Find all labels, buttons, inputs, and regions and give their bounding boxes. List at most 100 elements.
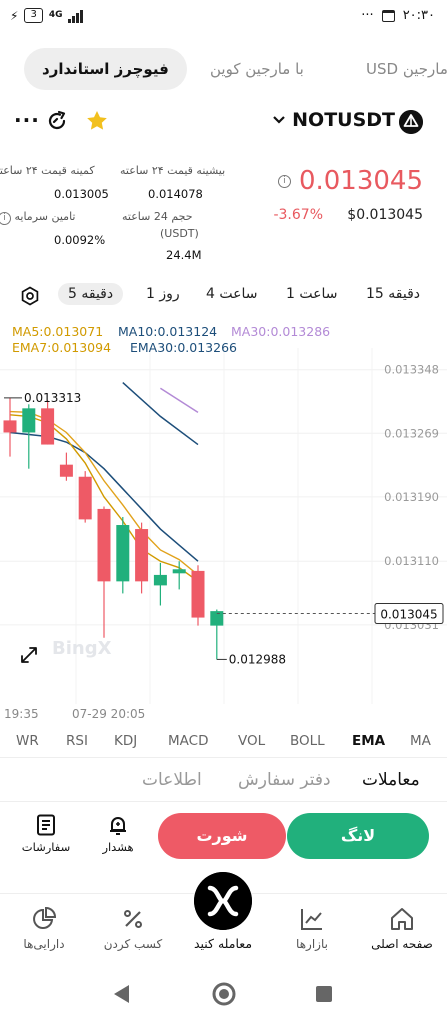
short-button[interactable]: شورت (158, 813, 286, 859)
x-tick-label: 07-29 20:05 (72, 707, 145, 721)
chevron-down-icon (273, 116, 285, 124)
interval-1h[interactable]: ساعت 1 (286, 286, 337, 302)
high-24h-value: 0.014078 (148, 187, 203, 201)
battery-icon: 3 (24, 8, 43, 23)
calendar-icon (381, 9, 395, 22)
charging-icon: ⚡ (10, 8, 19, 23)
volume-unit: (USDT) (160, 227, 199, 240)
home-icon (391, 908, 413, 930)
candle-body (191, 570, 205, 618)
trade-tabs: اطلاعات دفتر سفارش معاملات (0, 764, 447, 802)
alert-bell-icon (110, 817, 126, 835)
trade-actions: سفارشات هشدار شورت لانگ (0, 810, 447, 870)
nav-assets[interactable]: دارایی‌ها (4, 906, 84, 951)
indicator-rsi[interactable]: RSI (66, 733, 88, 749)
y-axis: 0.0133480.0132690.0131900.0131100.013031 (384, 363, 439, 632)
orders-label: سفارشات (21, 840, 71, 854)
y-tick-label: 0.013190 (384, 490, 439, 504)
volume-24h-value: 24.4M (166, 248, 202, 262)
nav-earn-label: کسب کردن (103, 937, 163, 951)
network-label: 4G (48, 10, 63, 20)
interval-5m[interactable]: دقیقه 5 (58, 283, 124, 305)
nav-earn[interactable]: کسب کردن (93, 906, 173, 951)
high-24h-label: بیشینه قیمت ۲۴ ساعته (120, 164, 226, 177)
tab-order-book[interactable]: دفتر سفارش (238, 770, 331, 790)
y-tick-label: 0.013269 (384, 426, 439, 440)
contract-type-tabs: فیوچرز استاندارد با مارجین کوین USD مارج… (0, 48, 447, 90)
current-price-tag: 0.013045 (380, 608, 437, 622)
chart-settings-icon[interactable] (20, 286, 40, 306)
status-bar: ⚡ 3 4G ··· ۲۰:۳۰ (0, 0, 447, 34)
not-coin-logo-icon (399, 110, 423, 134)
price-chart[interactable]: MA5:0.013071 MA10:0.013124 MA30:0.013286… (0, 318, 447, 726)
long-button[interactable]: لانگ (287, 813, 429, 859)
nav-trade-label[interactable]: معامله کنید (180, 936, 266, 951)
favorite-star-icon[interactable] (84, 108, 110, 134)
indicator-kdj[interactable]: KDJ (114, 733, 137, 749)
indicator-boll[interactable]: BOLL (290, 733, 325, 749)
alert-label: هشدار (102, 840, 134, 854)
candle-body (59, 464, 73, 477)
low-marker-label: 0.012988 (229, 652, 286, 666)
interval-1d[interactable]: روز 1 (146, 286, 180, 302)
high-marker-label: 0.013313 (24, 391, 81, 405)
nav-markets[interactable]: بازارها (272, 906, 352, 951)
interval-bar: دقیقه 5 روز 1 ساعت 4 ساعت 1 دقیقه 15 (0, 280, 447, 314)
tab-standard-futures[interactable]: فیوچرز استاندارد (24, 48, 187, 90)
status-more-icon: ··· (361, 8, 374, 23)
info-icon[interactable]: i (0, 212, 11, 225)
bingx-watermark: BingX (52, 638, 112, 659)
ma30-label: MA30:0.013286 (231, 324, 331, 339)
indicator-vol[interactable]: VOL (238, 733, 265, 749)
trade-fab-icon[interactable] (194, 872, 252, 930)
candle-body (97, 508, 111, 582)
y-tick-label: 0.013110 (384, 554, 439, 568)
symbol-selector[interactable]: NOTUSDT (272, 109, 395, 131)
pie-chart-icon (33, 906, 57, 929)
symbol-name: NOTUSDT (292, 109, 395, 131)
candle-body (78, 476, 92, 520)
market-stats: کمینه قیمت ۲۴ ساعته بیشینه قیمت ۲۴ ساعته… (0, 160, 447, 270)
nav-home[interactable]: صفحه اصلی (362, 906, 442, 951)
ema30-label: EMA30:0.013266 (130, 340, 237, 355)
tab-usd-margined[interactable]: USD مارجین (366, 48, 447, 90)
candles (3, 397, 224, 660)
tab-info[interactable]: اطلاعات (142, 770, 202, 790)
low-24h-value: 0.013005 (54, 187, 109, 201)
indicator-tabs: WR RSI KDJ MACD VOL BOLL EMA MA (0, 726, 447, 758)
alert-action[interactable]: هشدار (90, 814, 146, 854)
orders-action[interactable]: سفارشات (18, 814, 74, 854)
indicator-ema[interactable]: EMA (352, 733, 385, 749)
chart-line-icon (301, 909, 322, 930)
back-icon[interactable] (114, 985, 129, 1003)
ma10-line (122, 382, 199, 446)
candle-body (41, 408, 55, 445)
usd-price: $0.013045 (347, 207, 423, 223)
interval-15m[interactable]: دقیقه 15 (366, 286, 420, 302)
candlestick-plot[interactable]: BingX 0.013348 0.013269 0.013190 0.013110 0.… (0, 318, 447, 726)
recents-icon[interactable] (316, 986, 332, 1002)
bottom-nav: دارایی‌ها کسب کردن معامله کنید بازارها ص… (0, 872, 447, 963)
nav-home-label: صفحه اصلی (371, 937, 433, 951)
last-price: i 0.013045 (277, 166, 423, 196)
tab-trades[interactable]: معاملات (362, 770, 420, 790)
share-refresh-icon[interactable] (44, 108, 70, 134)
y-tick-label: 0.013348 (384, 363, 439, 377)
funding-label-wrap: i تامین سرمایه (0, 210, 75, 225)
indicator-macd[interactable]: MACD (168, 733, 208, 749)
interval-4h[interactable]: ساعت 4 (206, 286, 257, 302)
low-24h-label: کمینه قیمت ۲۴ ساعته (0, 164, 95, 177)
percent-icon (124, 910, 142, 928)
price-info-icon[interactable]: i (277, 174, 291, 188)
indicator-ma[interactable]: MA (410, 733, 431, 749)
expand-icon[interactable] (21, 647, 37, 663)
ma10-label: MA10:0.013124 (118, 324, 218, 339)
indicator-wr[interactable]: WR (16, 733, 39, 749)
signal-icon (68, 9, 84, 23)
orders-icon (37, 814, 55, 836)
more-icon[interactable]: ··· (14, 108, 40, 132)
x-tick-label: 19:35 (4, 707, 39, 721)
tab-coin-margined[interactable]: با مارجین کوین (210, 48, 304, 90)
candle-body (135, 529, 149, 582)
clock: ۲۰:۳۰ (402, 8, 435, 23)
